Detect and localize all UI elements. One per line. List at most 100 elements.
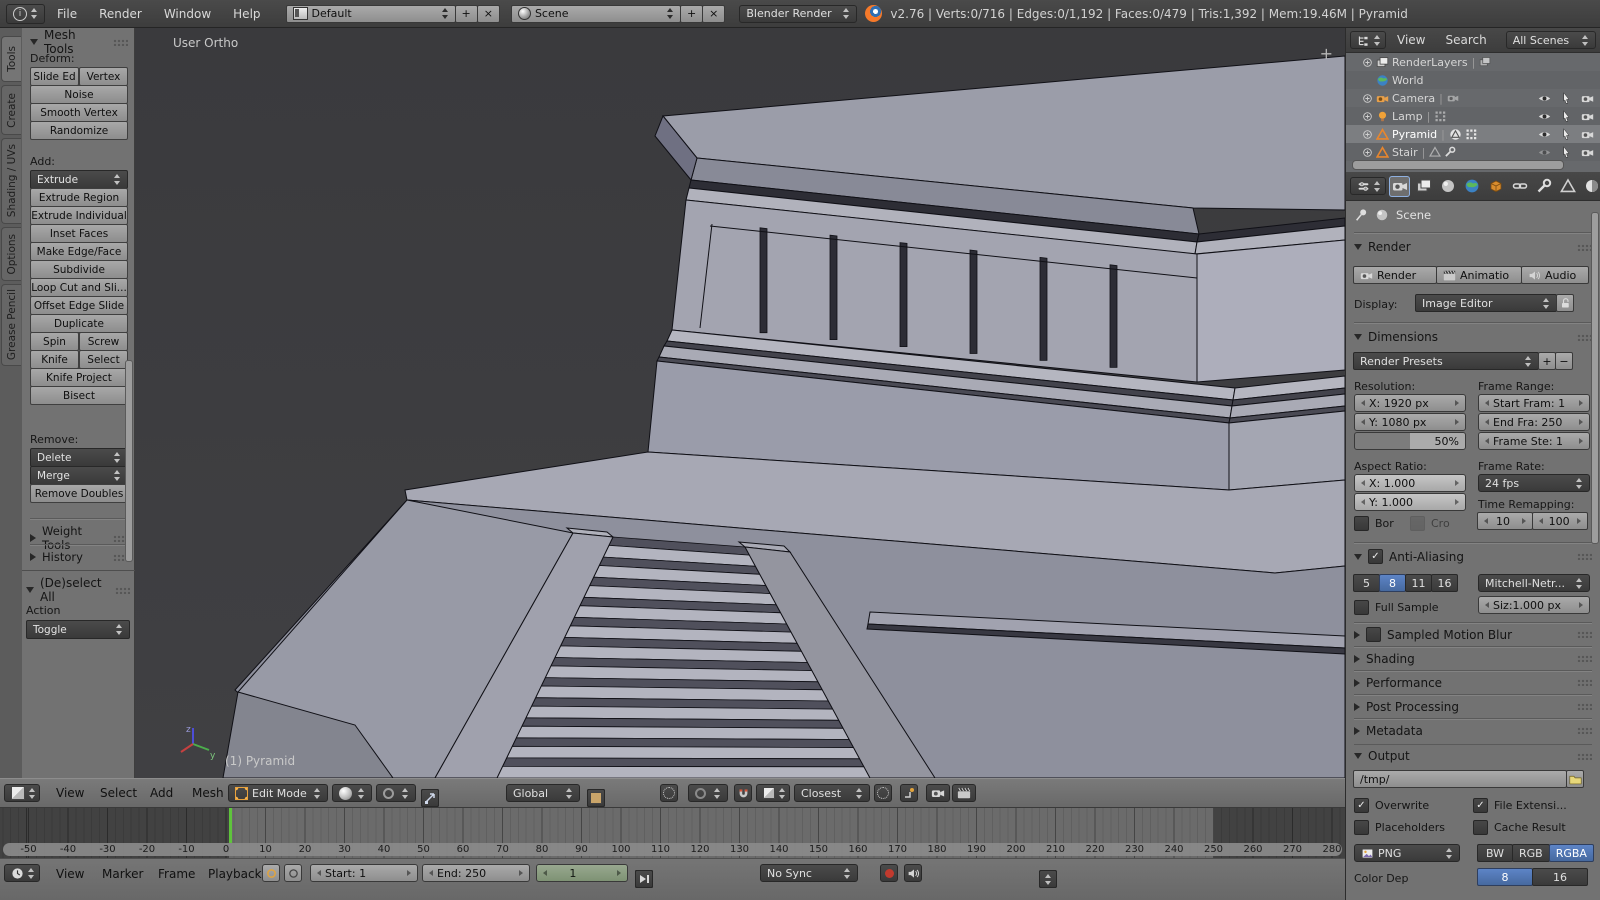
audio-scrub-button[interactable]	[904, 864, 922, 882]
preview-range-button[interactable]	[262, 864, 280, 882]
tab-material[interactable]	[1581, 176, 1600, 197]
visibility-eye-icon[interactable]	[1538, 128, 1551, 141]
add-layout-button[interactable]: +	[455, 5, 478, 23]
tab-world[interactable]	[1461, 176, 1482, 197]
properties-scrollbar[interactable]	[1591, 212, 1599, 544]
delete-layout-button[interactable]: ×	[477, 5, 500, 23]
viewport-shading-dropdown[interactable]	[332, 784, 372, 802]
output-checkbox[interactable]: Cache Result	[1473, 820, 1592, 835]
expand-icon[interactable]	[1362, 147, 1373, 158]
frame-rate-dropdown[interactable]: 24 fps	[1478, 474, 1590, 492]
render-presets-dropdown[interactable]: Render Presets	[1353, 352, 1539, 370]
topbar-menu[interactable]: File	[47, 7, 87, 21]
collapsed-panel-header[interactable]: Post Processing	[1354, 694, 1592, 718]
resolution-y-field[interactable]: Y: 1080 px	[1354, 413, 1466, 431]
outliner-row-lamp[interactable]: Lamp|	[1346, 107, 1600, 125]
dimensions-panel-header[interactable]: Dimensions	[1354, 330, 1592, 344]
tool-button[interactable]: Knife Project	[30, 368, 128, 387]
selectability-cursor-icon[interactable]	[1560, 128, 1572, 140]
depth-button[interactable]: 16	[1532, 868, 1588, 886]
file-format-dropdown[interactable]: PNG	[1354, 844, 1460, 862]
channel-button[interactable]: RGB	[1512, 844, 1550, 862]
tab-tools[interactable]: Tools	[1, 36, 21, 82]
outliner-row-world[interactable]: World	[1346, 71, 1600, 89]
tab-constraints[interactable]	[1509, 176, 1530, 197]
renderability-camera-icon[interactable]	[1581, 128, 1594, 141]
aspect-x-field[interactable]: X: 1.000	[1354, 474, 1466, 492]
tool-button[interactable]: Inset Faces	[30, 224, 128, 243]
selectability-cursor-icon[interactable]	[1560, 110, 1572, 122]
output-checkbox[interactable]: File Extensi...	[1473, 798, 1592, 813]
timeline-frame-menu[interactable]: Frame	[148, 867, 205, 881]
timeline-view-menu[interactable]: View	[46, 867, 94, 881]
knife-button[interactable]: Knife	[30, 350, 79, 369]
merge-dropdown[interactable]: Merge	[30, 466, 128, 485]
tab-object[interactable]	[1485, 176, 1506, 197]
preview-range-clear-button[interactable]	[284, 864, 302, 882]
collapsed-panel-header[interactable]: Sampled Motion Blur	[1354, 622, 1592, 646]
info-editor-button[interactable]: i	[6, 4, 45, 24]
proportional-edit-dropdown[interactable]	[688, 784, 728, 802]
output-path-field[interactable]: /tmp/	[1353, 770, 1567, 788]
output-browse-button[interactable]	[1566, 770, 1584, 788]
tab-data[interactable]	[1557, 176, 1578, 197]
tab-render[interactable]	[1389, 176, 1410, 197]
outliner-editor-type-button[interactable]	[1350, 31, 1386, 49]
tool-button[interactable]: Randomize	[30, 121, 128, 140]
screen-layout-selector[interactable]: Default	[286, 5, 456, 23]
auto-keyframe-button[interactable]	[880, 864, 898, 882]
topbar-menu[interactable]: Help	[223, 7, 270, 21]
panel-grip[interactable]	[113, 39, 128, 46]
remove-preset-button[interactable]: −	[1555, 352, 1573, 370]
start-frame-field[interactable]: Start: 1	[310, 864, 418, 882]
expand-icon[interactable]	[1362, 129, 1373, 140]
timeline-editor-type-button[interactable]	[4, 864, 40, 882]
visibility-eye-icon[interactable]	[1538, 146, 1551, 159]
region-expand-icon[interactable]: +	[1320, 44, 1333, 63]
transform-orientation-dropdown[interactable]: Global	[506, 784, 580, 802]
frame-step-field[interactable]: Frame Ste: 1	[1478, 432, 1590, 450]
outliner-row-stair[interactable]: Stair|	[1346, 143, 1600, 161]
current-frame-field[interactable]: 1	[536, 864, 628, 882]
mode-dropdown[interactable]: Edit Mode	[228, 784, 328, 802]
add-preset-button[interactable]: +	[1538, 352, 1556, 370]
spin-button[interactable]: Spin	[30, 332, 79, 351]
remove-doubles-button[interactable]: Remove Doubles	[30, 484, 128, 503]
tab-grease-pencil[interactable]: Grease Pencil	[1, 284, 21, 366]
tool-button[interactable]: Loop Cut and Sli...	[30, 278, 128, 297]
visibility-eye-icon[interactable]	[1538, 92, 1551, 105]
render-audio-button[interactable]: Audio	[1521, 266, 1589, 284]
tab-scene[interactable]	[1437, 176, 1458, 197]
add-scene-button[interactable]: +	[680, 5, 703, 23]
aa-sample-button[interactable]: 8	[1379, 574, 1406, 592]
tool-button[interactable]: Duplicate	[30, 314, 128, 333]
collapsed-panel-header[interactable]: Performance	[1354, 670, 1592, 694]
render-animation-button[interactable]: Animatio	[1436, 266, 1522, 284]
screw-button[interactable]: Screw	[79, 332, 128, 351]
remap-new-field[interactable]: 100	[1532, 512, 1588, 530]
outliner-row-camera[interactable]: Camera|	[1346, 89, 1600, 107]
renderability-camera-icon[interactable]	[1581, 110, 1594, 123]
renderability-camera-icon[interactable]	[1581, 146, 1594, 159]
remap-old-field[interactable]: 10	[1477, 512, 1533, 530]
timeline-playback-menu[interactable]: Playback	[198, 867, 272, 881]
expand-icon[interactable]	[1362, 111, 1373, 122]
topbar-menu[interactable]: Render	[89, 7, 152, 21]
outliner-scrollbar[interactable]	[1352, 160, 1564, 170]
tool-button[interactable]: Bisect	[30, 386, 128, 405]
channel-button[interactable]: BW	[1477, 844, 1513, 862]
resolution-x-field[interactable]: X: 1920 px	[1354, 394, 1466, 412]
tool-button[interactable]: Noise	[30, 85, 128, 104]
history-panel-header[interactable]: History	[30, 550, 128, 564]
end-frame-field[interactable]: End: 250	[422, 864, 530, 882]
depth-button[interactable]: 8	[1477, 868, 1533, 886]
slide-edge-button[interactable]: Slide Ed	[30, 67, 79, 86]
aa-filter-dropdown[interactable]: Mitchell-Netr...	[1478, 574, 1590, 592]
pivot-point-dropdown[interactable]	[376, 784, 416, 802]
output-checkbox[interactable]: Overwrite	[1354, 798, 1473, 813]
tool-button[interactable]: Extrude Individual	[30, 206, 128, 225]
face-select-mode-button[interactable]	[587, 789, 605, 807]
render-still-button[interactable]: Render	[1353, 266, 1437, 284]
display-dropdown[interactable]: Image Editor	[1415, 294, 1557, 312]
tool-button[interactable]: Extrude Region	[30, 188, 128, 207]
